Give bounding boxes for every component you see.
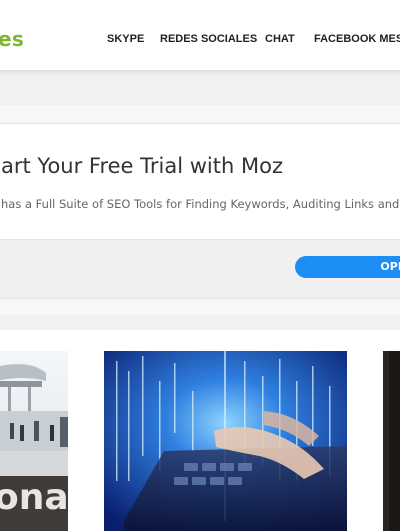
promo-subtitle: has a Full Suite of SEO Tools for Findin… <box>1 197 400 211</box>
nav-item-redes-sociales[interactable]: REDES SOCIALES <box>160 33 257 45</box>
promo-title: art Your Free Trial with Moz <box>1 154 283 178</box>
promo-section: art Your Free Trial with Moz has a Full … <box>0 105 400 315</box>
open-button[interactable]: OPEN <box>295 256 400 278</box>
conference-building-photo: ona <box>0 351 68 531</box>
nav-item-skype[interactable]: SKYPE <box>107 33 144 45</box>
article-thumbnail-dark[interactable] <box>383 351 400 531</box>
article-thumbnail-laptop[interactable] <box>104 351 347 531</box>
page: es SKYPE REDES SOCIALES CHAT FACEBOOK ME… <box>0 0 400 531</box>
photo-overlay-text: ona <box>0 477 68 518</box>
site-header: es SKYPE REDES SOCIALES CHAT FACEBOOK ME… <box>0 0 400 70</box>
promo-card: art Your Free Trial with Moz has a Full … <box>0 123 400 298</box>
promo-action-bar: OPEN <box>0 239 400 297</box>
article-grid: ona <box>0 330 400 531</box>
laptop-binary-code-photo <box>104 351 347 531</box>
article-thumbnail-conference[interactable]: ona <box>0 351 68 531</box>
site-logo[interactable]: es <box>0 27 24 51</box>
dark-photo <box>383 351 400 531</box>
nav-item-chat[interactable]: CHAT <box>265 33 295 45</box>
nav-item-facebook-messenger[interactable]: FACEBOOK MESS <box>314 33 400 45</box>
